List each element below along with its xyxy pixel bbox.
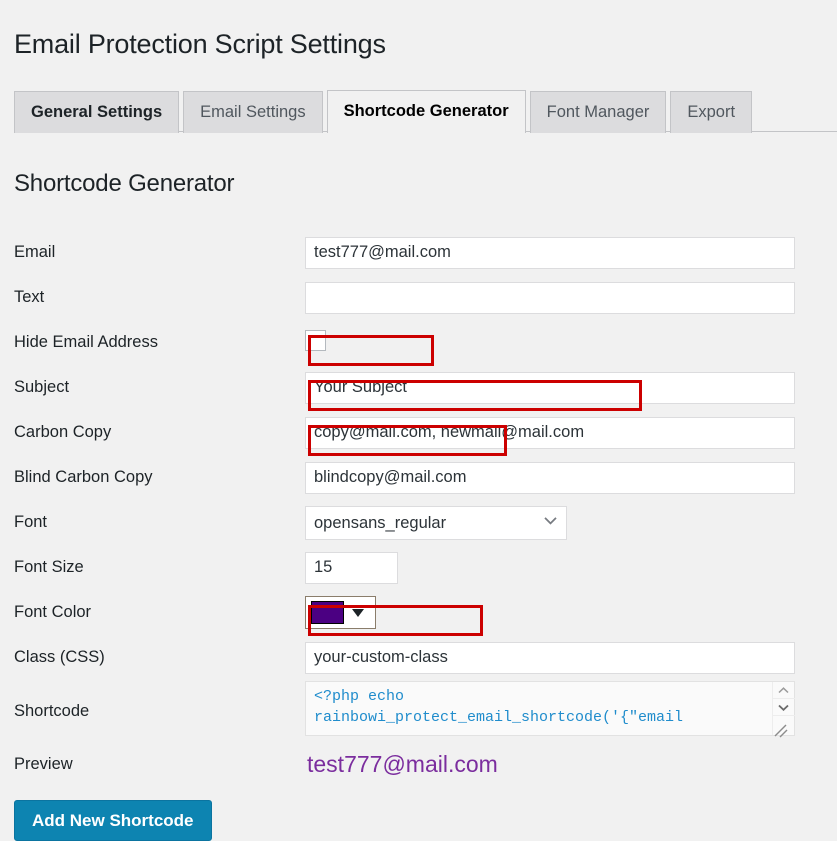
label-font-size: Font Size — [14, 558, 84, 577]
shortcode-textarea[interactable]: <?php echo rainbowi_protect_email_shortc… — [305, 681, 795, 737]
add-new-shortcode-button[interactable]: Add New Shortcode — [14, 800, 212, 841]
font-size-input[interactable] — [305, 551, 398, 584]
form-row-font: Font opensans_regular — [0, 500, 837, 545]
tab-email-settings[interactable]: Email Settings — [183, 91, 323, 134]
tab-general-settings[interactable]: General Settings — [14, 91, 180, 134]
class-css-input[interactable] — [305, 641, 795, 674]
label-font-color: Font Color — [14, 603, 92, 622]
page-title: Email Protection Script Settings — [14, 29, 386, 60]
label-email: Email — [14, 243, 56, 262]
tab-export[interactable]: Export — [670, 91, 753, 134]
label-font: Font — [14, 513, 48, 532]
form-row-class-css: Class (CSS) — [0, 635, 837, 680]
label-class-css: Class (CSS) — [14, 648, 105, 667]
shortcode-textarea-wrapper: <?php echo rainbowi_protect_email_shortc… — [305, 681, 795, 741]
scroll-up-icon[interactable] — [772, 682, 795, 700]
shortcode-generator-form: Email Text Hide Email Address Subject Ca — [0, 230, 837, 787]
email-input[interactable] — [305, 236, 795, 269]
resize-handle-icon[interactable] — [772, 721, 794, 740]
color-swatch — [311, 601, 344, 625]
hide-email-address-checkbox[interactable] — [305, 329, 326, 351]
font-select-wrapper: opensans_regular — [305, 505, 567, 540]
label-preview: Preview — [14, 755, 73, 774]
carbon-copy-input[interactable] — [305, 416, 795, 449]
label-subject: Subject — [14, 378, 70, 397]
caret-down-icon — [352, 608, 364, 617]
font-color-picker[interactable] — [305, 596, 376, 630]
form-row-blind-carbon-copy: Blind Carbon Copy — [0, 455, 837, 500]
text-input[interactable] — [305, 281, 795, 314]
label-blind-carbon-copy: Blind Carbon Copy — [14, 468, 153, 487]
blind-carbon-copy-input[interactable] — [305, 461, 795, 494]
form-row-carbon-copy: Carbon Copy — [0, 410, 837, 455]
form-row-text: Text — [0, 275, 837, 320]
form-row-subject: Subject — [0, 365, 837, 410]
form-row-preview: Preview test777@mail.com — [0, 742, 837, 787]
label-shortcode: Shortcode — [14, 701, 90, 720]
section-heading: Shortcode Generator — [14, 170, 235, 198]
tab-font-manager[interactable]: Font Manager — [529, 91, 667, 134]
form-row-shortcode: Shortcode <?php echo rainbowi_protect_em… — [0, 680, 837, 742]
label-hide-email-address: Hide Email Address — [14, 333, 158, 352]
form-row-hide-email: Hide Email Address — [0, 320, 837, 365]
subject-input[interactable] — [305, 371, 795, 404]
form-row-font-color: Font Color — [0, 590, 837, 635]
label-text: Text — [14, 288, 45, 307]
tab-shortcode-generator[interactable]: Shortcode Generator — [326, 90, 526, 135]
font-select[interactable]: opensans_regular — [305, 505, 567, 540]
scroll-down-icon[interactable] — [772, 699, 795, 717]
submit-row: Add New Shortcode — [0, 787, 837, 841]
settings-tab-bar: General Settings Email Settings Shortcod… — [14, 86, 837, 135]
form-row-font-size: Font Size — [0, 545, 837, 590]
preview-value: test777@mail.com — [307, 751, 498, 778]
label-carbon-copy: Carbon Copy — [14, 423, 112, 442]
form-row-email: Email — [0, 230, 837, 275]
